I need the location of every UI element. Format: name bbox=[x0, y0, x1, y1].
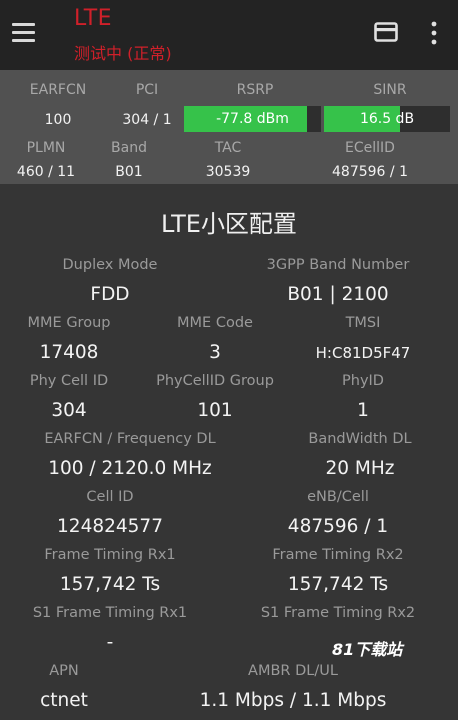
bandwidth-dl-value: 20 MHz bbox=[325, 458, 395, 479]
phycellid-group-label: PhyCellID Group bbox=[156, 373, 274, 389]
plmn-value: 460 / 11 bbox=[16, 164, 76, 180]
rsrp-meter: -77.8 dBm bbox=[184, 106, 321, 132]
ecellid-label: ECellID bbox=[345, 140, 395, 156]
app-title: LTE bbox=[74, 6, 113, 31]
tmsi-value: H:C81D5F47 bbox=[315, 344, 411, 362]
apn-value: ctnet bbox=[40, 690, 88, 711]
band-number-value: B01 | 2100 bbox=[287, 284, 389, 305]
ambr-label: AMBR DL/UL bbox=[248, 663, 338, 679]
app-bar: LTE 测试中 (正常) bbox=[0, 0, 458, 70]
sinr-value: 16.5 dB bbox=[359, 111, 415, 127]
earfcn-dl-value: 100 / 2120.0 MHz bbox=[48, 458, 212, 479]
earfcn-dl-label: EARFCN / Frequency DL bbox=[44, 431, 216, 447]
mme-code-label: MME Code bbox=[177, 315, 253, 331]
pci-label: PCI bbox=[135, 82, 159, 98]
enb-cell-label: eNB/Cell bbox=[307, 489, 369, 505]
sinr-label: SINR bbox=[373, 82, 407, 98]
tac-value: 30539 bbox=[205, 164, 251, 180]
test-status: 测试中 (正常) bbox=[74, 44, 172, 63]
s1-frame-timing-rx2-label: S1 Frame Timing Rx2 bbox=[260, 605, 416, 621]
plmn-label: PLMN bbox=[26, 140, 66, 156]
signal-stats-panel: EARFCN PCI RSRP SINR 100 304 / 1 -77.8 d… bbox=[0, 70, 458, 184]
apn-label: APN bbox=[49, 663, 79, 679]
phyid-label: PhyID bbox=[342, 373, 384, 389]
rsrp-value: -77.8 dBm bbox=[216, 111, 289, 127]
bandwidth-dl-label: BandWidth DL bbox=[308, 431, 412, 447]
frame-timing-rx1-value: 157,742 Ts bbox=[59, 574, 161, 595]
band-label: Band bbox=[111, 140, 147, 156]
phy-cell-id-label: Phy Cell ID bbox=[29, 373, 109, 389]
phy-cell-id-value: 304 bbox=[51, 400, 87, 421]
band-value: B01 bbox=[115, 164, 143, 180]
duplex-mode-label: Duplex Mode bbox=[62, 257, 158, 273]
enb-cell-value: 487596 / 1 bbox=[287, 516, 389, 537]
mme-code-value: 3 bbox=[209, 342, 221, 363]
frame-timing-rx1-label: Frame Timing Rx1 bbox=[44, 547, 176, 563]
tac-label: TAC bbox=[214, 140, 242, 156]
phycellid-group-value: 101 bbox=[197, 400, 233, 421]
mme-group-label: MME Group bbox=[27, 315, 111, 331]
s1-frame-timing-rx1-label: S1 Frame Timing Rx1 bbox=[32, 605, 188, 621]
s1-frame-timing-rx1-value: - bbox=[106, 632, 114, 653]
frame-timing-rx2-value: 157,742 Ts bbox=[287, 574, 389, 595]
tmsi-label: TMSI bbox=[345, 315, 381, 331]
band-number-label: 3GPP Band Number bbox=[266, 257, 410, 273]
cell-id-value: 124824577 bbox=[57, 516, 163, 537]
earfcn-value: 100 bbox=[44, 112, 72, 128]
frame-timing-rx2-label: Frame Timing Rx2 bbox=[272, 547, 404, 563]
cell-id-label: Cell ID bbox=[86, 489, 134, 505]
ecellid-value: 487596 / 1 bbox=[332, 164, 408, 180]
ambr-value: 1.1 Mbps / 1.1 Mbps bbox=[199, 690, 387, 711]
earfcn-label: EARFCN bbox=[29, 82, 87, 98]
pci-value: 304 / 1 bbox=[122, 112, 172, 128]
sinr-meter: 16.5 dB bbox=[324, 106, 450, 132]
phyid-value: 1 bbox=[357, 400, 369, 421]
more-vert-icon[interactable] bbox=[424, 20, 444, 46]
duplex-mode-value: FDD bbox=[90, 284, 130, 305]
watermark-logo: 81下载站 bbox=[332, 640, 403, 659]
sim-card-icon[interactable] bbox=[374, 22, 398, 42]
hamburger-menu-icon[interactable] bbox=[12, 22, 36, 42]
mme-group-value: 17408 bbox=[39, 342, 99, 363]
section-title: LTE小区配置 bbox=[161, 210, 297, 238]
rsrp-label: RSRP bbox=[236, 82, 274, 98]
